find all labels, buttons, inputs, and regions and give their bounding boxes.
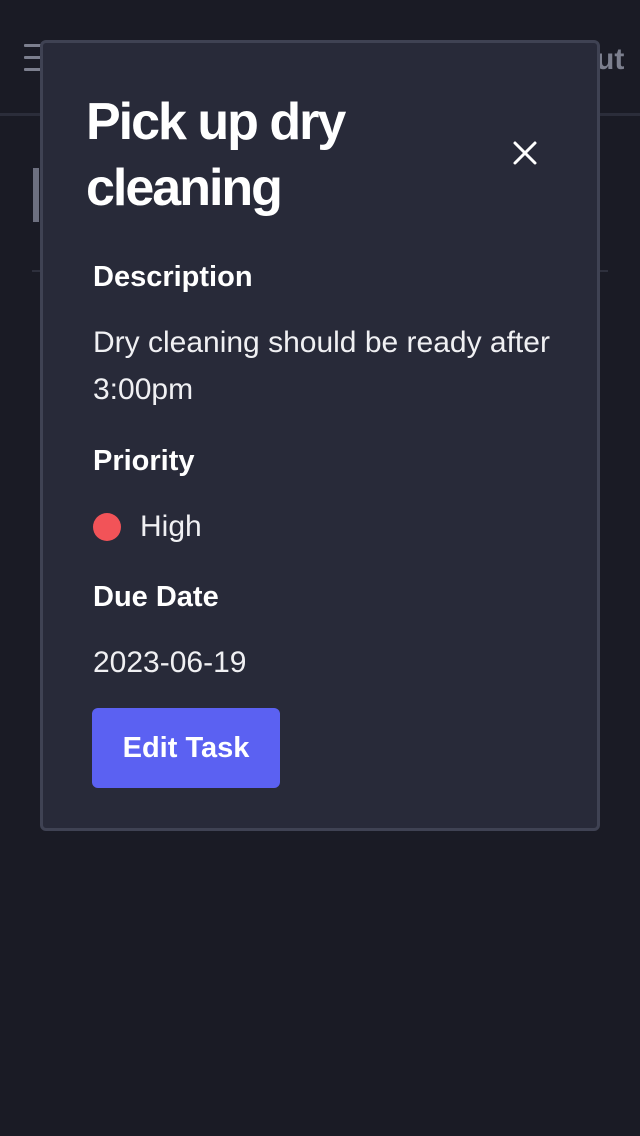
due-date-label: Due Date (93, 581, 219, 613)
edit-task-button[interactable]: Edit Task (92, 708, 280, 788)
description-label: Description (93, 261, 253, 293)
close-button[interactable] (503, 131, 547, 175)
header-action-text[interactable]: ut (596, 40, 624, 80)
due-date-value: 2023-06-19 (93, 646, 247, 679)
description-value: Dry cleaning should be ready after 3:00p… (93, 326, 550, 406)
priority-row: High (93, 503, 553, 550)
priority-dot-icon (93, 512, 121, 541)
close-icon (513, 141, 537, 165)
task-detail-modal: Pick up dry cleaning Description Dry cle… (40, 40, 600, 831)
modal-title: Pick up dry cleaning (86, 93, 346, 217)
background-input-edge (33, 168, 39, 222)
priority-value: High (140, 510, 202, 543)
priority-label: Priority (93, 445, 195, 477)
